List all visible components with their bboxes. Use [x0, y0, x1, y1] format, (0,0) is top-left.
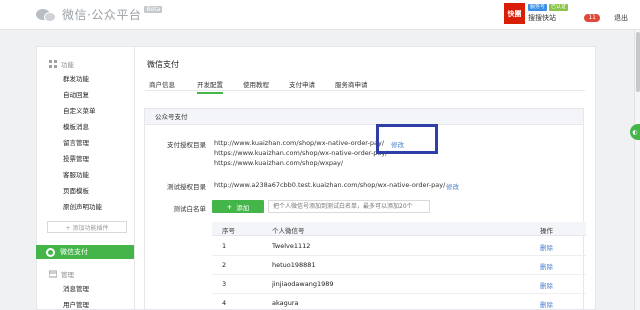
row-no: 1	[222, 242, 227, 250]
delete-link[interactable]: 删除	[540, 299, 553, 309]
row-wechat-id: Twelve1112	[272, 242, 311, 250]
logo[interactable]: 微信·公众平台 Beta	[36, 6, 163, 23]
delete-link[interactable]: 删除	[540, 280, 553, 290]
account-info[interactable]: 快團 服务号 已认证 搜搜快站	[503, 3, 568, 24]
section-title: 公众号支付	[145, 109, 583, 125]
whitelist-label: 测试白名单	[173, 205, 207, 213]
chat-icon: ◐	[632, 128, 638, 136]
beta-badge: Beta	[144, 6, 163, 13]
auth-url-1: http://www.kuaizhan.com/shop/wx-native-o…	[214, 139, 385, 147]
header-no: 序号	[222, 227, 235, 235]
sidebar-item-custom-menu[interactable]: 自定义菜单	[63, 105, 96, 115]
delete-link[interactable]: 删除	[540, 261, 553, 271]
auth-url-3: https://www.kuaizhan.com/shop/wxpay/	[214, 159, 344, 167]
sidebar-section-manage: 管理	[49, 269, 74, 279]
tab-merchant-info[interactable]: 商户信息	[149, 79, 175, 89]
table-header: 序号 个人微信号 操作	[212, 222, 586, 236]
notification-badge[interactable]: 11	[584, 14, 600, 22]
tab-bar: 商户信息 开发配置 使用教程 支付申请 服务商申请	[145, 77, 585, 94]
grid-icon	[49, 60, 57, 68]
auth-dir-label: 支付授权目录	[167, 141, 206, 149]
service-account-tag: 服务号	[527, 4, 547, 11]
wechat-logo-icon	[36, 7, 58, 23]
table-row: 1 Twelve1112 删除	[212, 237, 586, 256]
page-title: 微信支付	[147, 60, 179, 69]
row-wechat-id: hetuo198881	[272, 261, 316, 269]
sidebar: 功能 群发功能 自动回复 自定义菜单 模板消息 留言管理 投票管理 客服功能 页…	[36, 46, 138, 310]
table-row: 3 jinjiaodawang1989 删除	[212, 275, 586, 294]
logo-text: 微信·公众平台	[62, 8, 142, 22]
add-button-label: 添加	[236, 203, 250, 212]
auth-url-2: https://www.kuaizhan.com/shop/wx-native-…	[214, 149, 388, 157]
verified-tag: 已认证	[548, 4, 568, 11]
sidebar-item-auto-reply[interactable]: 自动回复	[63, 89, 89, 99]
sidebar-section-label: 管理	[61, 271, 74, 279]
account-name[interactable]: 搜搜快站	[528, 13, 568, 23]
add-whitelist-button[interactable]: + 添加	[212, 200, 264, 213]
row-wechat-id: jinjiaodawang1989	[272, 280, 334, 288]
sidebar-item-mass-send[interactable]: 群发功能	[63, 73, 89, 83]
plus-icon: +	[226, 202, 233, 211]
avatar[interactable]: 快團	[503, 3, 525, 24]
logout-link[interactable]: 退出	[614, 13, 628, 23]
delete-link[interactable]: 删除	[540, 242, 553, 252]
sidebar-item-wechat-pay[interactable]: 微信支付	[36, 245, 138, 259]
sidebar-item-users[interactable]: 用户管理	[63, 299, 89, 309]
sidebar-item-comments[interactable]: 留言管理	[63, 137, 89, 147]
sidebar-section-function: 功能	[49, 59, 74, 69]
header-wechat-id: 个人微信号	[272, 227, 305, 235]
sidebar-item-messages[interactable]: 消息管理	[63, 283, 89, 293]
sidebar-item-template-message[interactable]: 模板消息	[63, 121, 89, 131]
tab-provider-application[interactable]: 服务商申请	[335, 79, 368, 89]
sidebar-item-original-declaration[interactable]: 原创声明功能	[63, 201, 102, 211]
row-no: 3	[222, 280, 227, 288]
row-no: 2	[222, 261, 227, 269]
table-row: 2 hetuo198881 删除	[212, 256, 586, 275]
tab-tutorial[interactable]: 使用教程	[243, 79, 269, 89]
sidebar-item-page-template[interactable]: 页面模板	[63, 185, 89, 195]
folder-icon	[49, 270, 57, 278]
scroll-thumb[interactable]	[636, 32, 640, 92]
test-dir-label: 测试授权目录	[167, 183, 206, 191]
add-plugin-button[interactable]: + 添加功能插件	[47, 221, 127, 233]
tab-dev-config[interactable]: 开发配置	[197, 79, 223, 94]
sidebar-item-label: 微信支付	[60, 248, 88, 256]
wechat-pay-icon	[46, 247, 55, 257]
row-wechat-id: akagura	[272, 299, 299, 307]
modify-test-link[interactable]: 修改	[446, 181, 459, 191]
sidebar-section-label: 功能	[61, 61, 74, 69]
page-scrollbar[interactable]	[634, 30, 640, 310]
tab-pay-application[interactable]: 支付申请	[289, 79, 315, 89]
sidebar-item-customer-service[interactable]: 客服功能	[63, 169, 89, 179]
top-header: 微信·公众平台 Beta 快團 服务号 已认证 搜搜快站 11 退出	[0, 0, 640, 30]
annotation-highlight-box	[376, 124, 438, 154]
whitelist-input[interactable]	[268, 200, 430, 213]
header-action: 操作	[540, 227, 553, 235]
floating-assist-button[interactable]: ◐	[630, 124, 640, 140]
row-no: 4	[222, 299, 227, 307]
test-url: http://www.a238a67cbb0.test.kuaizhan.com…	[214, 181, 446, 189]
sidebar-item-voting[interactable]: 投票管理	[63, 153, 89, 163]
table-row: 4 akagura 删除	[212, 294, 586, 310]
